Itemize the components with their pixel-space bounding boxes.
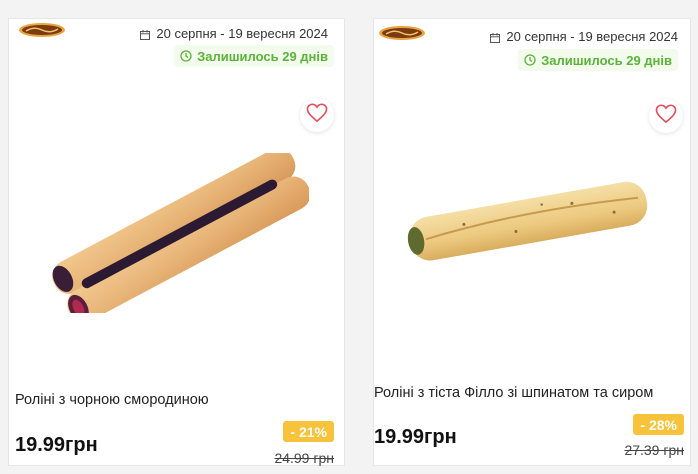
calendar-icon — [490, 31, 501, 43]
discount-badge: - 21% — [283, 421, 334, 442]
promo-date-text: 20 серпня - 19 вересня 2024 — [506, 28, 678, 44]
brand-logo — [378, 24, 426, 42]
days-remaining-badge: Залишилось 29 днів — [518, 49, 678, 71]
product-title[interactable]: Роліні з тіста Філло зі шпинатом та сиро… — [374, 385, 653, 401]
product-image[interactable] — [404, 169, 654, 269]
product-card[interactable]: 20 серпня - 19 вересня 2024 Залишилось 2… — [373, 18, 691, 466]
old-price: 27.39 грн — [624, 442, 684, 458]
discount-badge: - 28% — [633, 414, 684, 435]
favorite-button[interactable] — [300, 98, 334, 132]
heart-icon — [306, 103, 328, 128]
clock-icon — [180, 50, 192, 62]
favorite-button[interactable] — [649, 99, 683, 133]
heart-icon — [655, 104, 677, 129]
product-price: 19.99грн — [374, 426, 457, 448]
old-price: 24.99 грн — [274, 450, 334, 466]
product-image[interactable] — [49, 148, 311, 323]
product-price: 19.99грн — [15, 434, 98, 456]
product-card[interactable]: 20 серпня - 19 вересня 2024 Залишилось 2… — [8, 18, 345, 466]
days-remaining-text: Залишилось 29 днів — [197, 48, 328, 64]
clock-icon — [524, 54, 536, 66]
promo-date-text: 20 серпня - 19 вересня 2024 — [156, 25, 328, 41]
days-remaining-badge: Залишилось 29 днів — [174, 45, 334, 67]
product-title[interactable]: Роліні з чорною смородиною — [15, 392, 209, 408]
promo-date: 20 серпня - 19 вересня 2024 — [140, 24, 328, 42]
promo-date: 20 серпня - 19 вересня 2024 — [490, 27, 678, 45]
brand-logo — [18, 21, 66, 39]
calendar-icon — [140, 28, 151, 40]
days-remaining-text: Залишилось 29 днів — [541, 52, 672, 68]
